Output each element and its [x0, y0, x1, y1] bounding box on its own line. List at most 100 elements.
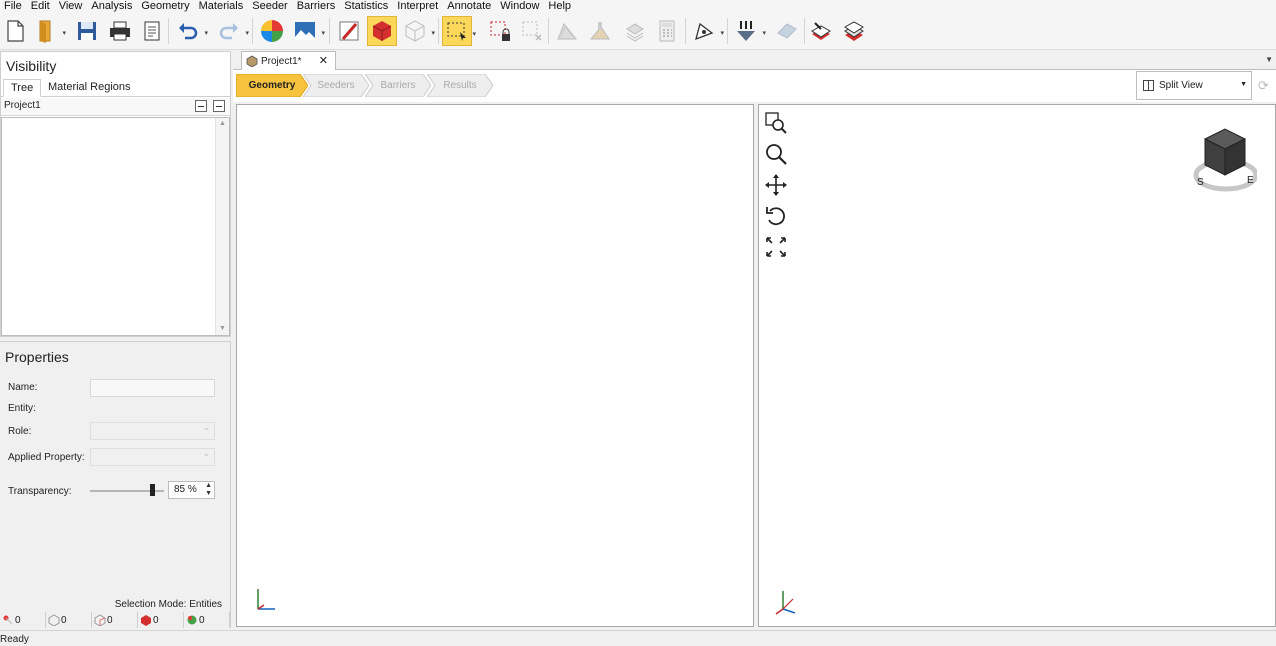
view-mode-label: Split View: [1159, 80, 1203, 91]
scroll-up-icon[interactable]: ▲: [219, 120, 226, 127]
menu-interpret[interactable]: Interpret: [393, 0, 443, 12]
chevron-down-icon[interactable]: ▾: [720, 29, 724, 37]
toolbar-separator: [438, 18, 439, 44]
menu-file[interactable]: File: [0, 0, 27, 12]
chevron-down-icon[interactable]: ▾: [431, 29, 435, 37]
tab-tree[interactable]: Tree: [3, 79, 42, 97]
toolbar-separator: [685, 18, 686, 44]
tab-material-regions[interactable]: Material Regions: [41, 79, 138, 97]
rotate-button[interactable]: [764, 204, 788, 228]
chevron-down-icon[interactable]: ▾: [62, 29, 66, 37]
toolbar-separator: [548, 18, 549, 44]
edit-tool-button[interactable]: [334, 16, 364, 46]
seed-counter: 0: [184, 612, 230, 628]
fit-view-icon: [766, 237, 786, 257]
redo-icon: [219, 23, 238, 40]
chevron-down-icon[interactable]: ▾: [204, 29, 208, 37]
tab-overflow-icon[interactable]: ▼: [1265, 55, 1273, 64]
scroll-down-icon[interactable]: ▼: [219, 325, 226, 332]
chevron-down-icon[interactable]: ▾: [245, 29, 249, 37]
face-counter: 0: [92, 612, 138, 628]
menu-window[interactable]: Window: [496, 0, 544, 12]
menu-seeder[interactable]: Seeder: [248, 0, 292, 12]
print-button[interactable]: [105, 16, 135, 46]
transparency-slider-thumb[interactable]: [149, 484, 155, 496]
toolbar-separator: [252, 18, 253, 44]
surface-edit-button[interactable]: [585, 16, 615, 46]
menu-edit[interactable]: Edit: [27, 0, 55, 12]
zoom-button[interactable]: [764, 142, 788, 166]
pan-button[interactable]: [764, 173, 788, 197]
menu-analysis[interactable]: Analysis: [87, 0, 137, 12]
menu-help[interactable]: Help: [544, 0, 576, 12]
workflow-step-results[interactable]: Results: [427, 74, 493, 97]
viewport-2d[interactable]: [236, 104, 754, 627]
transparency-spinbox[interactable]: 85 % ▲ ▼: [168, 481, 215, 499]
workflow-step-seeders[interactable]: Seeders: [303, 74, 369, 97]
box-select-button[interactable]: ▾: [442, 16, 476, 46]
color-wheel-icon: [261, 20, 283, 42]
collapse-all-icon[interactable]: [213, 100, 225, 112]
menu-annotate[interactable]: Annotate: [443, 0, 496, 12]
refresh-icon[interactable]: ⟳: [1258, 78, 1269, 94]
workflow-step-barriers[interactable]: Barriers: [365, 74, 431, 97]
report-button[interactable]: [137, 16, 167, 46]
redo-button[interactable]: ▾: [214, 16, 249, 46]
toolbar: ▾ ▾ ▾ ▾ ▾ ▾ ▾ ▾: [0, 12, 1276, 50]
wireframe-button[interactable]: ▾: [400, 16, 435, 46]
new-file-button[interactable]: [0, 16, 30, 46]
lock-select-icon: [490, 21, 510, 41]
view-cube-icon[interactable]: S E: [1191, 123, 1257, 195]
tree-scrollbar[interactable]: ▲ ▼: [215, 118, 229, 335]
menu-geometry[interactable]: Geometry: [137, 0, 194, 12]
chevron-down-icon[interactable]: ▾: [762, 29, 766, 37]
zoom-window-button[interactable]: [764, 111, 788, 135]
menu-barriers[interactable]: Barriers: [293, 0, 341, 12]
chevron-down-icon[interactable]: ▾: [321, 29, 325, 37]
chevron-down-icon[interactable]: ▾: [472, 30, 476, 38]
spin-arrows-icon[interactable]: ▲ ▼: [205, 482, 212, 498]
menu-statistics[interactable]: Statistics: [340, 0, 393, 12]
pen-tool-button[interactable]: ▾: [689, 16, 724, 46]
calculator-button[interactable]: [652, 16, 682, 46]
undo-icon: [179, 23, 198, 40]
close-icon[interactable]: ✕: [319, 54, 328, 67]
lock-select-button[interactable]: [485, 16, 515, 46]
tree-view[interactable]: ▲ ▼: [1, 117, 230, 336]
role-select[interactable]: [90, 422, 215, 440]
vertex-icon: [3, 615, 13, 625]
toolbar-separator: [804, 18, 805, 44]
print-icon: [110, 21, 130, 41]
menu-materials[interactable]: Materials: [195, 0, 249, 12]
undo-button[interactable]: ▾: [173, 16, 208, 46]
seeder-button[interactable]: ▾: [731, 16, 766, 46]
save-button[interactable]: [72, 16, 102, 46]
menu-view[interactable]: View: [55, 0, 88, 12]
barrier-button[interactable]: [772, 16, 802, 46]
name-field[interactable]: [90, 379, 215, 397]
image-export-button[interactable]: ▾: [290, 16, 325, 46]
expand-all-icon[interactable]: [195, 100, 207, 112]
clear-select-button[interactable]: [517, 16, 547, 46]
tab-project1[interactable]: Project1* ✕: [241, 51, 336, 70]
compute-all-button[interactable]: [839, 16, 869, 46]
barrier-icon: [777, 23, 797, 39]
fit-view-button[interactable]: [764, 235, 788, 259]
view-mode-select[interactable]: Split View ▼: [1136, 71, 1252, 100]
workflow-step-geometry[interactable]: Geometry: [236, 74, 308, 97]
viewport-3d[interactable]: S E: [758, 104, 1276, 627]
geometry-mode-button[interactable]: [367, 16, 397, 46]
surface-edit-icon: [589, 22, 610, 40]
layer-button[interactable]: [620, 16, 650, 46]
tree-root-label[interactable]: Project1: [4, 100, 41, 111]
applied-property-select[interactable]: [90, 448, 215, 466]
solid-counter: 0: [138, 612, 184, 628]
new-file-icon: [7, 20, 24, 42]
edit-tool-icon: [339, 21, 359, 41]
open-button[interactable]: ▾: [31, 16, 66, 46]
surface-button[interactable]: [552, 16, 582, 46]
entity-label: Entity:: [8, 403, 36, 414]
color-button[interactable]: [257, 16, 287, 46]
save-icon: [78, 22, 96, 40]
compute-button[interactable]: [806, 16, 836, 46]
